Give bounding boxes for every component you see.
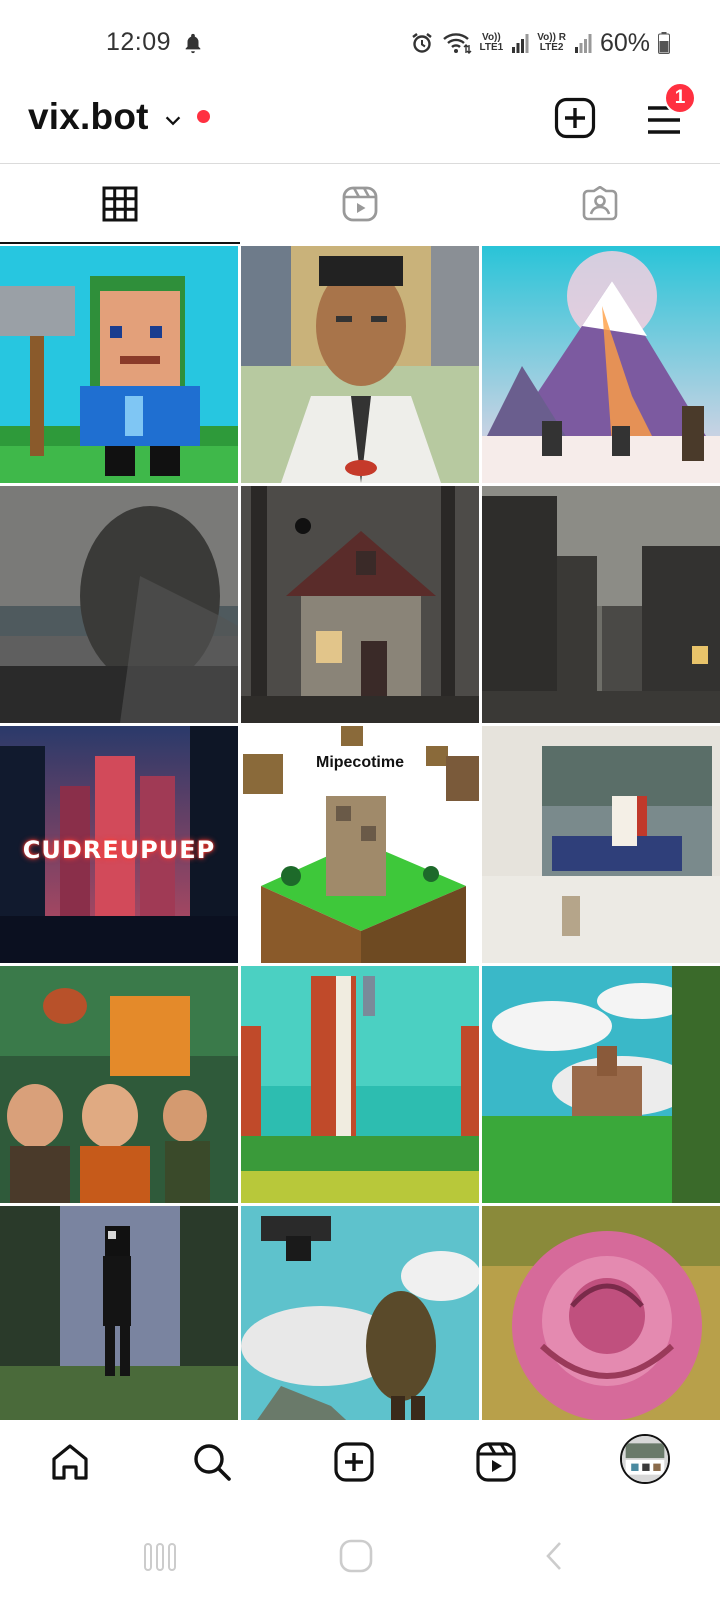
unread-dot xyxy=(197,110,210,123)
battery-icon xyxy=(658,32,670,54)
signal-icon xyxy=(512,34,529,53)
nav-reels[interactable] xyxy=(472,1438,520,1486)
post-thumbnail[interactable] xyxy=(0,966,238,1203)
post-thumbnail[interactable] xyxy=(482,966,720,1203)
new-post-icon[interactable] xyxy=(554,97,596,139)
back-icon[interactable] xyxy=(536,1538,576,1574)
sim1-label: Vo)) LTE1 xyxy=(479,32,504,53)
signal-icon-2 xyxy=(574,34,592,53)
wifi-icon xyxy=(442,33,472,54)
profile-tabs xyxy=(0,164,720,244)
post-thumbnail[interactable] xyxy=(241,246,479,483)
home-icon xyxy=(52,1444,88,1480)
post-thumbnail[interactable] xyxy=(0,1206,238,1443)
post-thumbnail[interactable] xyxy=(241,486,479,723)
status-bar: 12:09 Vo)) LTE1 Vo)) R LTE2 60% xyxy=(0,0,720,88)
grid-icon xyxy=(102,186,138,222)
posts-grid: CUDREUPUEP Mipecotime xyxy=(0,246,720,1443)
post-thumbnail[interactable] xyxy=(0,246,238,483)
notification-badge: 1 xyxy=(664,82,696,114)
chevron-down-icon[interactable] xyxy=(162,110,184,132)
home-button-icon[interactable] xyxy=(336,1538,376,1574)
battery-percent: 60% xyxy=(599,28,650,57)
system-navigation-bar xyxy=(0,1508,720,1600)
nav-home[interactable] xyxy=(46,1438,94,1486)
tab-posts[interactable] xyxy=(0,164,240,244)
reels-icon xyxy=(342,186,378,222)
post-thumbnail[interactable] xyxy=(482,726,720,963)
bottom-navigation xyxy=(0,1420,720,1508)
post-thumbnail[interactable] xyxy=(241,966,479,1203)
account-switcher[interactable]: vix.bot xyxy=(28,96,149,138)
bell-icon xyxy=(185,33,201,54)
profile-header: vix.bot 1 xyxy=(0,82,720,164)
post-overlay-text: CUDREUPUEP xyxy=(22,836,216,864)
sim2-label: Vo)) R LTE2 xyxy=(537,32,566,53)
post-thumbnail[interactable]: CUDREUPUEP xyxy=(0,726,238,963)
nav-search[interactable] xyxy=(188,1438,236,1486)
avatar-image xyxy=(622,1436,668,1482)
post-thumbnail[interactable] xyxy=(0,486,238,723)
post-overlay-text: Mipecotime xyxy=(315,754,404,771)
profile-avatar[interactable] xyxy=(620,1434,670,1484)
tab-reels[interactable] xyxy=(240,164,480,244)
post-thumbnail[interactable] xyxy=(482,1206,720,1443)
recent-apps-icon[interactable] xyxy=(140,1538,180,1574)
post-thumbnail[interactable]: Mipecotime xyxy=(241,726,479,963)
reels-icon xyxy=(476,1442,516,1482)
search-icon xyxy=(194,1444,231,1481)
tab-tagged[interactable] xyxy=(480,164,720,244)
clock: 12:09 xyxy=(106,28,172,56)
alarm-icon xyxy=(411,33,432,53)
tagged-icon xyxy=(582,186,618,221)
post-thumbnail[interactable] xyxy=(482,486,720,723)
selected-tab-indicator xyxy=(0,242,240,244)
create-icon xyxy=(334,1442,374,1482)
status-icons: Vo)) LTE1 Vo)) R LTE2 60% xyxy=(410,28,670,58)
nav-create[interactable] xyxy=(330,1438,378,1486)
post-thumbnail[interactable] xyxy=(241,1206,479,1443)
post-thumbnail[interactable] xyxy=(482,246,720,483)
